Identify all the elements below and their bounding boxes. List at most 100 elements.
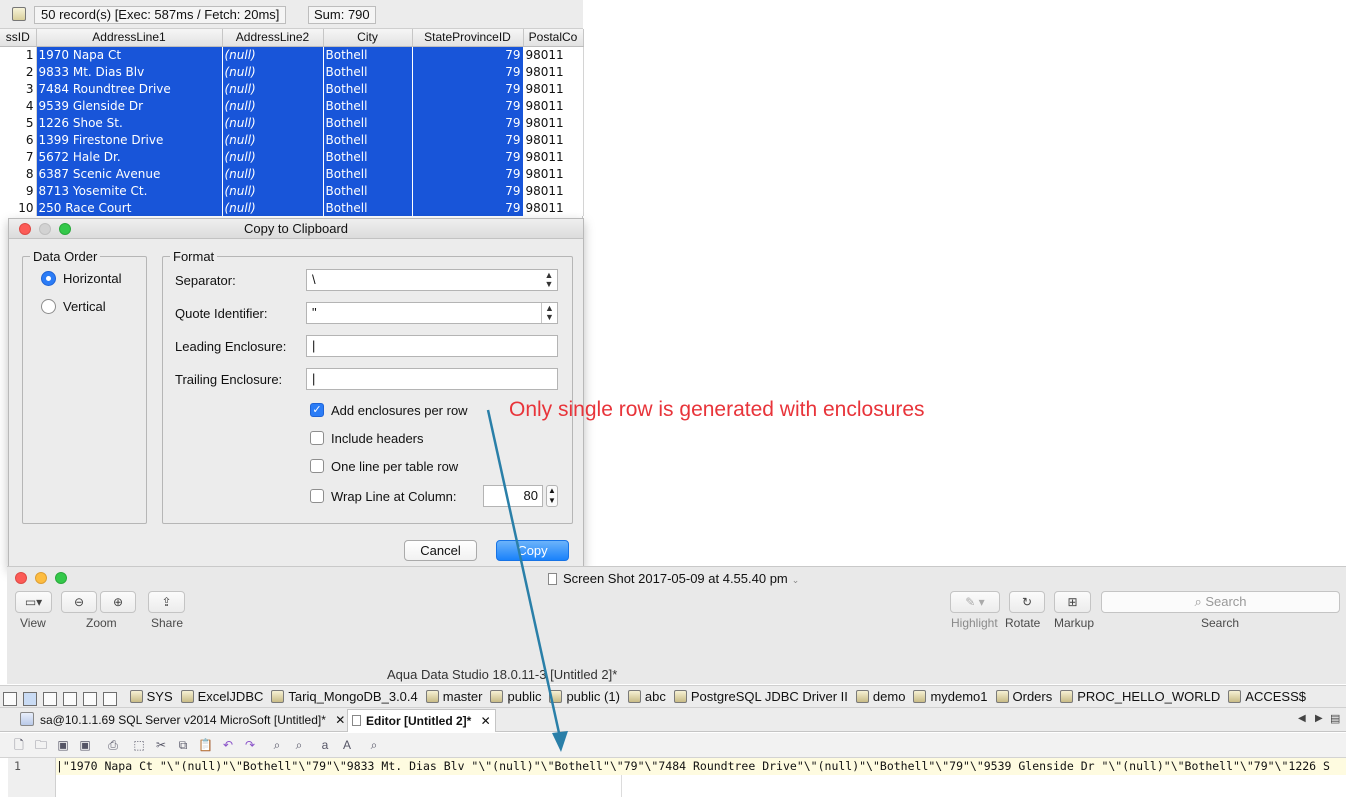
city-cell[interactable]: Bothell	[323, 182, 413, 199]
close-icon[interactable]: ✕	[481, 714, 491, 728]
address-line1-cell[interactable]: 6387 Scenic Avenue	[36, 165, 223, 182]
bookmark-item[interactable]: Tariq_MongoDB_3.0.4	[271, 686, 418, 707]
row-id-cell[interactable]: 6	[0, 131, 37, 148]
address-line1-cell[interactable]: 1970 Napa Ct	[36, 46, 223, 63]
cancel-button[interactable]: Cancel	[404, 540, 477, 561]
print-icon[interactable]: ⎙	[106, 739, 120, 752]
column-header[interactable]: ssID	[0, 29, 37, 47]
address-line2-cell[interactable]: (null)	[222, 148, 324, 165]
trailing-enclosure-input[interactable]: |	[306, 368, 558, 390]
state-province-cell[interactable]: 79	[412, 148, 524, 165]
address-line1-cell[interactable]: 5672 Hale Dr.	[36, 148, 223, 165]
postal-code-cell[interactable]: 98011	[523, 97, 584, 114]
city-cell[interactable]: Bothell	[323, 80, 413, 97]
new-file-icon[interactable]: 🗋	[12, 739, 26, 752]
bookmark-item[interactable]: PostgreSQL JDBC Driver II	[673, 686, 848, 707]
state-province-cell[interactable]: 79	[412, 114, 524, 131]
copy-icon[interactable]: ⧉	[176, 739, 190, 752]
city-cell[interactable]: Bothell	[323, 165, 413, 182]
address-line1-cell[interactable]: 9833 Mt. Dias Blv	[36, 63, 223, 80]
state-province-cell[interactable]: 79	[412, 165, 524, 182]
address-line1-cell[interactable]: 1399 Firestone Drive	[36, 131, 223, 148]
address-line2-cell[interactable]: (null)	[222, 199, 324, 216]
bookmark-item[interactable]: demo	[855, 686, 905, 707]
pivot-view-icon[interactable]	[83, 692, 97, 706]
horizontal-radio[interactable]	[41, 271, 56, 286]
row-id-cell[interactable]: 5	[0, 114, 37, 131]
bookmark-item[interactable]: PROC_HELLO_WORLD	[1060, 686, 1220, 707]
save-icon[interactable]: ▣	[56, 739, 70, 752]
chart-view-icon[interactable]	[103, 692, 117, 706]
highlight-button[interactable]: ✎ ▾	[950, 591, 1000, 613]
column-header[interactable]: PostalCo	[523, 29, 584, 47]
bookmark-item[interactable]: abc	[627, 686, 666, 707]
postal-code-cell[interactable]: 98011	[523, 148, 584, 165]
row-id-cell[interactable]: 3	[0, 80, 37, 97]
include-headers-checkbox[interactable]	[310, 431, 324, 445]
wrap-column-input[interactable]: 80	[483, 485, 543, 507]
view-icon[interactable]	[3, 692, 17, 706]
postal-code-cell[interactable]: 98011	[523, 131, 584, 148]
table-row[interactable]: 2 9833 Mt. Dias Blv (null) Bothell 79 98011	[0, 63, 584, 80]
postal-code-cell[interactable]: 98011	[523, 63, 584, 80]
bookmark-item[interactable]: public (1)	[549, 686, 620, 707]
vertical-radio[interactable]	[41, 299, 56, 314]
open-folder-icon[interactable]: 🗀	[34, 739, 48, 752]
state-province-cell[interactable]: 79	[412, 199, 524, 216]
quote-identifier-combo[interactable]: " ▲ ▼	[306, 302, 558, 324]
zoom-out-button[interactable]: ⊖	[61, 591, 97, 613]
table-row[interactable]: 3 7484 Roundtree Drive (null) Bothell 79 9801…	[0, 80, 584, 97]
postal-code-cell[interactable]: 98011	[523, 114, 584, 131]
table-row[interactable]: 4 9539 Glenside Dr (null) Bothell 79 98011	[0, 97, 584, 114]
save-as-icon[interactable]: ▣	[78, 739, 92, 752]
address-line1-cell[interactable]: 1226 Shoe St.	[36, 114, 223, 131]
zoom-window-button[interactable]	[59, 223, 71, 235]
one-line-per-row-checkbox[interactable]	[310, 459, 324, 473]
grid-view-icon[interactable]	[23, 692, 37, 706]
tab-list-icon[interactable]: ▤	[1330, 712, 1340, 725]
tab-scroll-left-icon[interactable]: ◀	[1298, 713, 1306, 724]
paste-icon[interactable]: 📋	[198, 739, 213, 752]
bookmark-item[interactable]: ExcelJDBC	[180, 686, 263, 707]
rotate-button[interactable]: ↻	[1009, 591, 1045, 613]
table-row[interactable]: 5 1226 Shoe St. (null) Bothell 79 98011	[0, 114, 584, 131]
address-line2-cell[interactable]: (null)	[222, 80, 324, 97]
find-replace-icon[interactable]: ⌕	[292, 739, 306, 752]
zoom-in-button[interactable]: ⊕	[100, 591, 136, 613]
separator-combo[interactable]: \ ▲ ▼	[306, 269, 558, 291]
row-id-cell[interactable]: 1	[0, 46, 37, 63]
state-province-cell[interactable]: 79	[412, 182, 524, 199]
leading-enclosure-input[interactable]: |	[306, 335, 558, 357]
lowercase-icon[interactable]: a	[318, 739, 332, 752]
postal-code-cell[interactable]: 98011	[523, 80, 584, 97]
city-cell[interactable]: Bothell	[323, 199, 413, 216]
postal-code-cell[interactable]: 98011	[523, 165, 584, 182]
results-table[interactable]: ssID AddressLine1 AddressLine2 City Stat…	[0, 29, 584, 216]
close-icon[interactable]: ✕	[335, 713, 345, 727]
address-line1-cell[interactable]: 9539 Glenside Dr	[36, 97, 223, 114]
table-row[interactable]: 6 1399 Firestone Drive (null) Bothell 79 9801…	[0, 131, 584, 148]
undo-icon[interactable]: ↶	[221, 739, 235, 752]
editor-line[interactable]: |"1970 Napa Ct "\"(null)"\"Bothell"\"79"…	[56, 758, 1346, 775]
address-line1-cell[interactable]: 250 Race Court	[36, 199, 223, 216]
row-id-cell[interactable]: 10	[0, 199, 37, 216]
close-window-button[interactable]	[15, 572, 27, 584]
state-province-cell[interactable]: 79	[412, 80, 524, 97]
state-province-cell[interactable]: 79	[412, 97, 524, 114]
city-cell[interactable]: Bothell	[323, 148, 413, 165]
city-cell[interactable]: Bothell	[323, 131, 413, 148]
column-header[interactable]: StateProvinceID	[412, 29, 524, 47]
bookmark-item[interactable]: SYS	[129, 686, 173, 707]
table-row[interactable]: 9 8713 Yosemite Ct. (null) Bothell 79 98011	[0, 182, 584, 199]
row-id-cell[interactable]: 8	[0, 165, 37, 182]
address-line2-cell[interactable]: (null)	[222, 131, 324, 148]
postal-code-cell[interactable]: 98011	[523, 46, 584, 63]
add-enclosures-checkbox[interactable]: ✓	[310, 403, 324, 417]
search-icon[interactable]: ⌕	[367, 739, 381, 752]
bookmark-item[interactable]: ACCESS$	[1228, 686, 1306, 707]
share-button[interactable]: ⇪	[148, 591, 185, 613]
address-line2-cell[interactable]: (null)	[222, 114, 324, 131]
editor-body[interactable]	[56, 775, 1346, 797]
minimize-window-button[interactable]	[39, 223, 51, 235]
view-button[interactable]: ▭▾	[15, 591, 52, 613]
